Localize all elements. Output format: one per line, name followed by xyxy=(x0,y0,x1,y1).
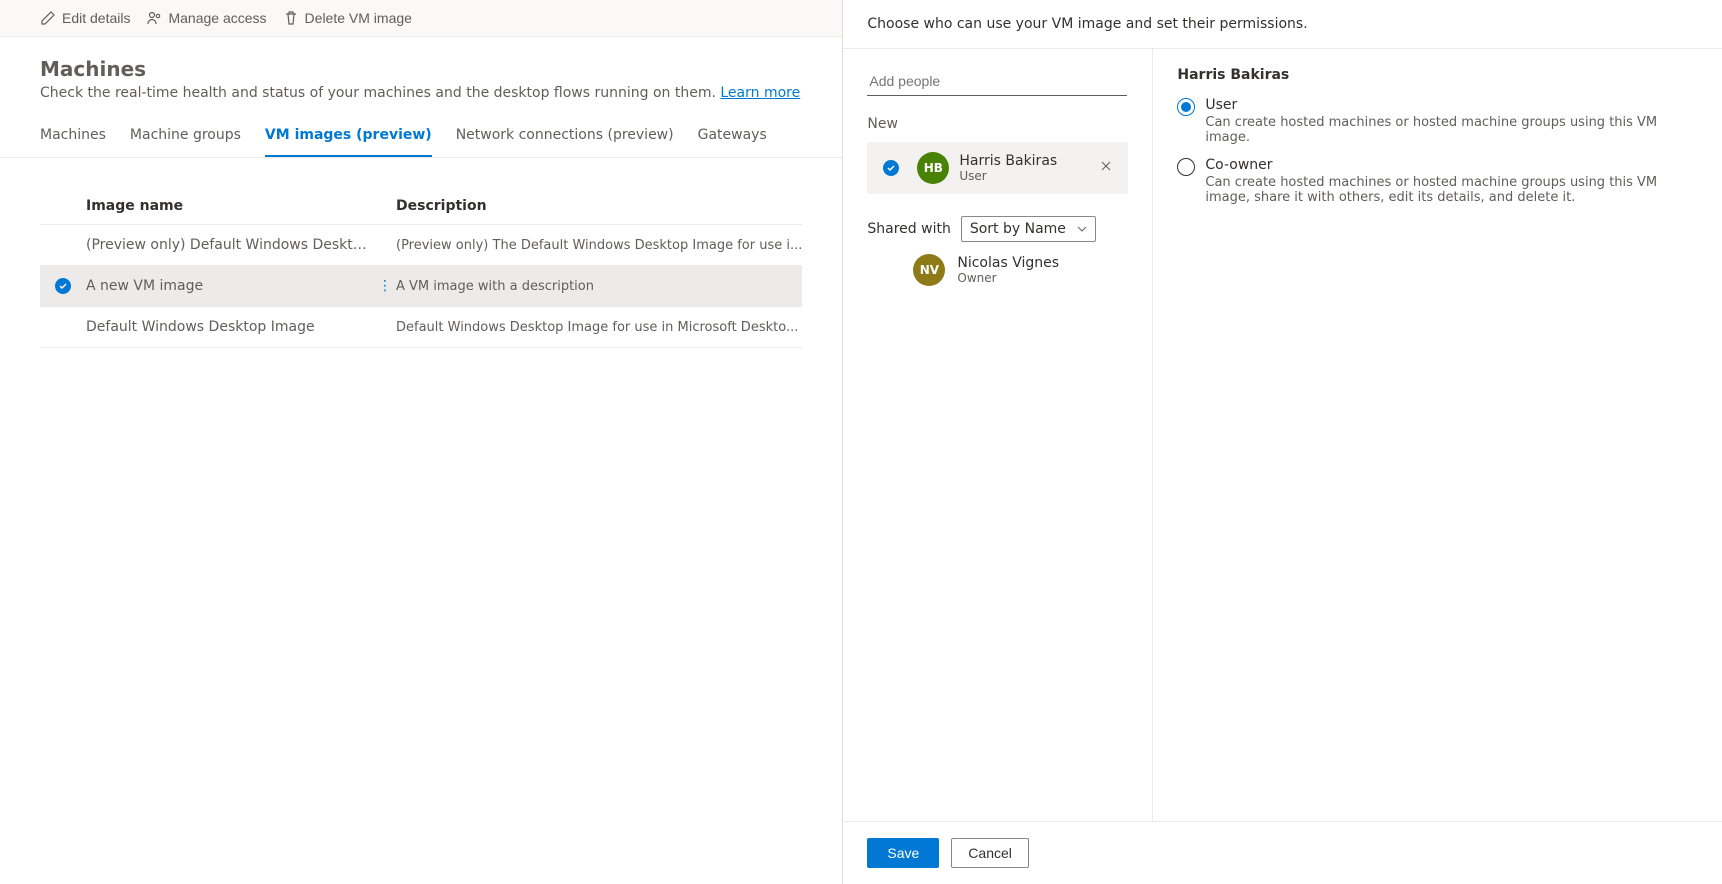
manage-access-panel: Choose who can use your VM image and set… xyxy=(843,0,1722,884)
radio-icon[interactable] xyxy=(1177,98,1195,116)
tab-vm-images[interactable]: VM images (preview) xyxy=(265,117,432,157)
delete-label: Delete VM image xyxy=(305,10,412,26)
row-desc: A VM image with a description xyxy=(396,279,802,294)
edit-details-button[interactable]: Edit details xyxy=(40,10,130,26)
manage-label: Manage access xyxy=(168,10,266,26)
permission-details: Harris Bakiras User Can create hosted ma… xyxy=(1153,49,1722,821)
new-person-card[interactable]: HB Harris Bakiras User xyxy=(867,142,1128,194)
more-actions-icon[interactable]: ⋮ xyxy=(378,278,392,294)
person-info: Nicolas Vignes Owner xyxy=(957,255,1128,285)
radio-icon[interactable] xyxy=(1177,158,1195,176)
panel-body: New HB Harris Bakiras User Shared with S… xyxy=(843,49,1722,821)
person-role: Owner xyxy=(957,271,1128,285)
pencil-icon xyxy=(40,10,56,26)
row-desc: (Preview only) The Default Windows Deskt… xyxy=(396,238,802,253)
permission-option-user[interactable]: User Can create hosted machines or hoste… xyxy=(1177,97,1698,145)
main-content: Edit details Manage access Delete VM ima… xyxy=(0,0,843,884)
add-people-input[interactable] xyxy=(867,67,1127,96)
table-row[interactable]: (Preview only) Default Windows Desktop I… xyxy=(40,224,802,265)
table-row[interactable]: A new VM image ⋮ A VM image with a descr… xyxy=(40,265,802,306)
permission-label: Co-owner xyxy=(1205,157,1698,173)
new-section-label: New xyxy=(867,116,1128,132)
check-icon xyxy=(55,278,71,294)
tab-machines[interactable]: Machines xyxy=(40,117,106,157)
table-row[interactable]: Default Windows Desktop Image Default Wi… xyxy=(40,306,802,348)
delete-vm-button[interactable]: Delete VM image xyxy=(283,10,412,26)
sort-value: Sort by Name xyxy=(970,221,1066,237)
tab-machine-groups[interactable]: Machine groups xyxy=(130,117,241,157)
permission-desc: Can create hosted machines or hosted mac… xyxy=(1205,115,1698,145)
row-desc: Default Windows Desktop Image for use in… xyxy=(396,320,802,335)
trash-icon xyxy=(283,10,299,26)
people-icon xyxy=(146,10,162,26)
permission-desc: Can create hosted machines or hosted mac… xyxy=(1205,175,1698,205)
learn-more-link[interactable]: Learn more xyxy=(720,85,800,101)
permission-label: User xyxy=(1205,97,1698,113)
shared-with-label: Shared with xyxy=(867,221,950,237)
shared-with-row: Shared with Sort by Name xyxy=(867,216,1128,242)
chevron-down-icon xyxy=(1077,224,1087,234)
panel-header: Choose who can use your VM image and set… xyxy=(843,0,1722,49)
row-select[interactable] xyxy=(40,278,86,294)
col-image-name[interactable]: Image name xyxy=(86,198,396,214)
row-name: (Preview only) Default Windows Desktop I… xyxy=(86,237,396,253)
checkmark-icon xyxy=(58,281,68,291)
tab-network-connections[interactable]: Network connections (preview) xyxy=(456,117,674,157)
shared-person[interactable]: NV Nicolas Vignes Owner xyxy=(867,242,1128,286)
row-name: A new VM image ⋮ xyxy=(86,278,396,294)
selected-person-title: Harris Bakiras xyxy=(1177,67,1698,83)
person-role: User xyxy=(959,169,1086,183)
person-name: Harris Bakiras xyxy=(959,153,1086,169)
person-selected-icon xyxy=(883,160,899,176)
page-description: Check the real-time health and status of… xyxy=(40,85,802,101)
page-title: Machines xyxy=(40,57,802,81)
edit-label: Edit details xyxy=(62,10,130,26)
page-desc-text: Check the real-time health and status of… xyxy=(40,85,720,101)
people-list: New HB Harris Bakiras User Shared with S… xyxy=(843,49,1153,821)
vm-images-table: Image name Description (Preview only) De… xyxy=(0,188,842,348)
avatar: NV xyxy=(913,254,945,286)
tab-gateways[interactable]: Gateways xyxy=(698,117,767,157)
save-button[interactable]: Save xyxy=(867,838,939,868)
col-description[interactable]: Description xyxy=(396,198,802,214)
avatar: HB xyxy=(917,152,949,184)
manage-access-button[interactable]: Manage access xyxy=(146,10,266,26)
remove-person-button[interactable] xyxy=(1096,156,1116,180)
close-icon xyxy=(1100,160,1112,172)
permission-option-coowner[interactable]: Co-owner Can create hosted machines or h… xyxy=(1177,157,1698,205)
sort-by-select[interactable]: Sort by Name xyxy=(961,216,1096,242)
page-header: Machines Check the real-time health and … xyxy=(0,37,842,101)
table-header: Image name Description xyxy=(40,188,802,224)
panel-footer: Save Cancel xyxy=(843,821,1722,884)
cancel-button[interactable]: Cancel xyxy=(951,838,1029,868)
command-bar: Edit details Manage access Delete VM ima… xyxy=(0,0,842,37)
tabs: Machines Machine groups VM images (previ… xyxy=(0,117,842,158)
checkmark-icon xyxy=(886,163,896,173)
person-name: Nicolas Vignes xyxy=(957,255,1128,271)
row-name: Default Windows Desktop Image xyxy=(86,319,396,335)
person-info: Harris Bakiras User xyxy=(959,153,1086,183)
